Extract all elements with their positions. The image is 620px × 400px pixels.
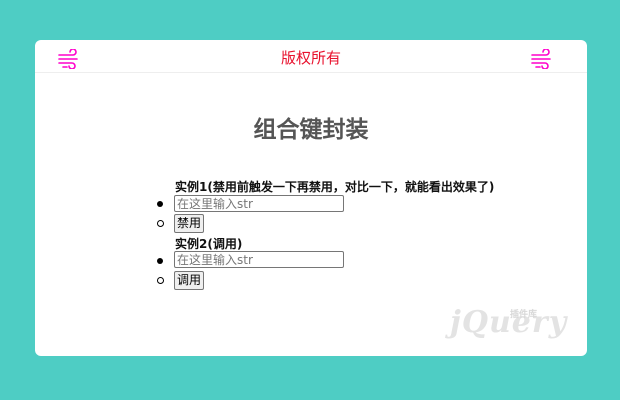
example1-input[interactable] — [174, 195, 344, 212]
copyright-text: 版权所有 — [280, 49, 341, 67]
example1-label: 实例1(禁用前触发一下再禁用，对比一下，就能看出效果了) — [175, 180, 495, 194]
bullet-circle — [157, 277, 164, 284]
content-card: 版权所有 组合键封装 实例1(禁用前触发一下再禁用，对比一下，就能看出效果了) … — [35, 40, 587, 356]
page-title: 组合键封装 — [253, 117, 369, 143]
wind-icon[interactable] — [530, 49, 554, 69]
bullet-disc — [157, 258, 163, 264]
watermark-sub: 插件库 — [510, 310, 538, 320]
example2-label: 实例2(调用) — [175, 237, 243, 251]
top-bar: 版权所有 — [35, 40, 587, 73]
disable-button[interactable]: 禁用 — [174, 214, 205, 233]
jquery-watermark: jQuery 插件库 — [450, 305, 580, 347]
example2-input[interactable] — [174, 251, 344, 268]
bullet-circle — [157, 220, 164, 227]
bullet-disc — [157, 201, 163, 207]
watermark-logo: jQuery — [450, 305, 568, 340]
call-button[interactable]: 调用 — [174, 271, 205, 290]
